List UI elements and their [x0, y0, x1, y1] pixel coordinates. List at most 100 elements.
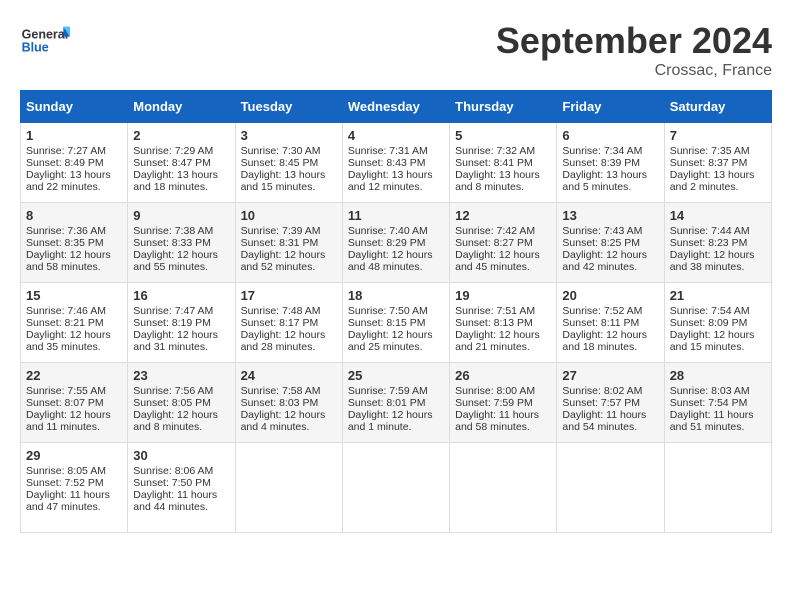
day-detail: Sunrise: 7:40 AM	[348, 225, 444, 237]
day-detail: Sunset: 8:15 PM	[348, 317, 444, 329]
table-row	[235, 443, 342, 533]
day-detail: Sunset: 8:29 PM	[348, 237, 444, 249]
day-detail: Sunset: 8:35 PM	[26, 237, 122, 249]
day-number: 28	[670, 368, 766, 383]
day-detail: Daylight: 12 hours	[133, 249, 229, 261]
day-number: 7	[670, 128, 766, 143]
day-detail: Daylight: 12 hours	[26, 409, 122, 421]
day-detail: Daylight: 13 hours	[562, 169, 658, 181]
day-detail: Daylight: 12 hours	[348, 409, 444, 421]
day-detail: Daylight: 11 hours	[455, 409, 551, 421]
month-title: September 2024	[496, 20, 772, 62]
day-detail: Daylight: 12 hours	[455, 329, 551, 341]
day-detail: Daylight: 12 hours	[348, 329, 444, 341]
day-detail: Sunset: 8:27 PM	[455, 237, 551, 249]
day-detail: Sunrise: 7:48 AM	[241, 305, 337, 317]
day-detail: Sunset: 8:21 PM	[26, 317, 122, 329]
day-detail: Sunrise: 7:36 AM	[26, 225, 122, 237]
day-detail: Sunset: 8:43 PM	[348, 157, 444, 169]
day-detail: Daylight: 12 hours	[241, 329, 337, 341]
day-detail: Sunrise: 7:52 AM	[562, 305, 658, 317]
svg-text:General: General	[22, 27, 69, 41]
table-row: 18Sunrise: 7:50 AMSunset: 8:15 PMDayligh…	[342, 283, 449, 363]
day-number: 30	[133, 448, 229, 463]
day-number: 12	[455, 208, 551, 223]
day-detail: Sunset: 8:31 PM	[241, 237, 337, 249]
day-detail: and 28 minutes.	[241, 341, 337, 353]
day-detail: Sunrise: 8:02 AM	[562, 385, 658, 397]
page-header: General Blue September 2024 Crossac, Fra…	[20, 20, 772, 80]
day-detail: and 1 minute.	[348, 421, 444, 433]
day-detail: Sunset: 8:09 PM	[670, 317, 766, 329]
day-detail: Sunrise: 7:39 AM	[241, 225, 337, 237]
day-detail: and 47 minutes.	[26, 501, 122, 513]
day-detail: Sunrise: 8:00 AM	[455, 385, 551, 397]
day-detail: Sunrise: 7:55 AM	[26, 385, 122, 397]
day-detail: and 8 minutes.	[455, 181, 551, 193]
table-row: 17Sunrise: 7:48 AMSunset: 8:17 PMDayligh…	[235, 283, 342, 363]
day-detail: and 48 minutes.	[348, 261, 444, 273]
table-row: 5 Sunrise: 7:32 AMSunset: 8:41 PMDaylight…	[450, 123, 557, 203]
table-row: 25Sunrise: 7:59 AMSunset: 8:01 PMDayligh…	[342, 363, 449, 443]
day-number: 15	[26, 288, 122, 303]
day-detail: and 15 minutes.	[670, 341, 766, 353]
day-number: 5	[455, 128, 551, 143]
day-number: 11	[348, 208, 444, 223]
day-detail: Sunrise: 7:27 AM	[26, 145, 122, 157]
table-row: 15Sunrise: 7:46 AMSunset: 8:21 PMDayligh…	[21, 283, 128, 363]
day-detail: and 15 minutes.	[241, 181, 337, 193]
day-detail: Daylight: 12 hours	[670, 329, 766, 341]
day-detail: Daylight: 13 hours	[26, 169, 122, 181]
location: Crossac, France	[496, 62, 772, 80]
day-detail: Daylight: 11 hours	[26, 489, 122, 501]
day-detail: and 58 minutes.	[455, 421, 551, 433]
day-detail: Sunrise: 7:35 AM	[670, 145, 766, 157]
table-row: 9Sunrise: 7:38 AMSunset: 8:33 PMDaylight…	[128, 203, 235, 283]
day-detail: Daylight: 13 hours	[133, 169, 229, 181]
col-friday: Friday	[557, 91, 664, 123]
day-detail: Sunrise: 7:56 AM	[133, 385, 229, 397]
day-detail: Sunrise: 7:31 AM	[348, 145, 444, 157]
table-row: 19Sunrise: 7:51 AMSunset: 8:13 PMDayligh…	[450, 283, 557, 363]
day-detail: and 12 minutes.	[348, 181, 444, 193]
day-number: 4	[348, 128, 444, 143]
day-detail: and 44 minutes.	[133, 501, 229, 513]
day-detail: Sunrise: 7:46 AM	[26, 305, 122, 317]
table-row	[557, 443, 664, 533]
table-row: 1Sunrise: 7:27 AMSunset: 8:49 PMDaylight…	[21, 123, 128, 203]
table-row: 30Sunrise: 8:06 AMSunset: 7:50 PMDayligh…	[128, 443, 235, 533]
day-detail: Sunrise: 7:58 AM	[241, 385, 337, 397]
day-detail: Sunset: 7:52 PM	[26, 477, 122, 489]
day-detail: Daylight: 12 hours	[670, 249, 766, 261]
day-detail: and 21 minutes.	[455, 341, 551, 353]
day-number: 2	[133, 128, 229, 143]
day-detail: Sunset: 8:07 PM	[26, 397, 122, 409]
day-detail: Daylight: 13 hours	[455, 169, 551, 181]
day-detail: Sunset: 8:33 PM	[133, 237, 229, 249]
day-detail: Daylight: 13 hours	[670, 169, 766, 181]
day-number: 27	[562, 368, 658, 383]
table-row: 29Sunrise: 8:05 AMSunset: 7:52 PMDayligh…	[21, 443, 128, 533]
day-number: 20	[562, 288, 658, 303]
day-detail: Sunrise: 8:05 AM	[26, 465, 122, 477]
day-detail: Daylight: 12 hours	[562, 329, 658, 341]
day-number: 18	[348, 288, 444, 303]
day-detail: Sunrise: 7:42 AM	[455, 225, 551, 237]
day-detail: Sunset: 8:11 PM	[562, 317, 658, 329]
day-detail: Sunset: 8:01 PM	[348, 397, 444, 409]
day-detail: Sunrise: 8:03 AM	[670, 385, 766, 397]
day-detail: Sunset: 7:59 PM	[455, 397, 551, 409]
day-detail: and 25 minutes.	[348, 341, 444, 353]
day-number: 26	[455, 368, 551, 383]
day-detail: and 11 minutes.	[26, 421, 122, 433]
day-detail: and 35 minutes.	[26, 341, 122, 353]
day-detail: Daylight: 13 hours	[348, 169, 444, 181]
day-detail: Sunset: 8:41 PM	[455, 157, 551, 169]
day-number: 9	[133, 208, 229, 223]
table-row: 13Sunrise: 7:43 AMSunset: 8:25 PMDayligh…	[557, 203, 664, 283]
day-detail: and 55 minutes.	[133, 261, 229, 273]
table-row: 23Sunrise: 7:56 AMSunset: 8:05 PMDayligh…	[128, 363, 235, 443]
day-number: 10	[241, 208, 337, 223]
day-detail: Daylight: 11 hours	[670, 409, 766, 421]
day-detail: Sunrise: 7:32 AM	[455, 145, 551, 157]
